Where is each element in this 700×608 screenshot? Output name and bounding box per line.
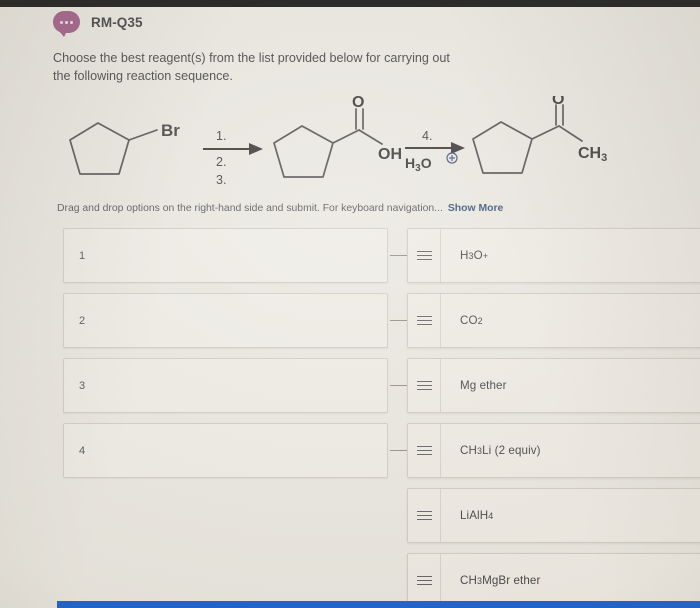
reagent-label: CO 2	[460, 314, 483, 327]
answer-row: 1 H 3 O +	[0, 228, 700, 293]
row-connector	[390, 450, 407, 451]
reagent-label: Mg ether	[460, 379, 507, 392]
row-connector	[390, 255, 407, 256]
show-more-link[interactable]: Show More	[448, 203, 503, 214]
reagent-card-5[interactable]: LiAlH 4	[407, 488, 700, 543]
reagent-card-4[interactable]: CH 3 Li (2 equiv)	[407, 423, 700, 478]
reagent-label: CH 3 MgBr ether	[460, 574, 541, 587]
intermediate-o-label: O	[352, 96, 364, 111]
intermediate-c-c-bond	[332, 129, 360, 144]
reagent-card-2[interactable]: CO 2	[407, 293, 700, 348]
dropzone-index: 4	[79, 444, 86, 457]
reagent-label: H 3 O +	[460, 249, 489, 262]
dropzone-4[interactable]: 4	[63, 423, 388, 478]
intermediate-coh-bond	[358, 129, 383, 145]
reaction-arrow-2	[405, 142, 465, 154]
dropzone-index: 2	[79, 314, 86, 327]
answer-row: 2 CO 2	[0, 293, 700, 358]
intermediate-oh-label: OH	[378, 146, 402, 163]
arrow1-step-2: 2.	[216, 155, 226, 169]
drag-instruction-text: Drag and drop options on the right-hand …	[57, 203, 443, 214]
reagent-card-1[interactable]: H 3 O +	[407, 228, 700, 283]
reaction-arrow-1	[203, 143, 263, 155]
product-cch3-bond	[558, 125, 583, 142]
arrow1-step-3: 3.	[216, 173, 226, 187]
drag-handle-icon[interactable]	[408, 294, 441, 347]
reagent-card-3[interactable]: Mg ether	[407, 358, 700, 413]
drag-handle-icon[interactable]	[408, 359, 441, 412]
reactant-br-bond	[128, 129, 158, 141]
page-title: RM-Q35	[91, 14, 143, 30]
answer-row: CH 3 MgBr ether	[0, 553, 700, 608]
reagent-card-6[interactable]: CH 3 MgBr ether	[407, 553, 700, 608]
product-c-c-bond	[531, 125, 560, 140]
dropzone-index: 3	[79, 379, 86, 392]
window-bottom-bar	[57, 601, 700, 608]
row-connector	[390, 385, 407, 386]
arrow1-step-1: 1.	[216, 129, 226, 143]
reactant-ring	[69, 122, 130, 175]
arrow2-reagent-label: H3O	[405, 155, 432, 174]
row-connector	[390, 320, 407, 321]
drag-handle-icon[interactable]	[408, 489, 441, 542]
dropzone-1[interactable]: 1	[63, 228, 388, 283]
answer-row: LiAlH 4	[0, 488, 700, 553]
reagent-label: CH 3 Li (2 equiv)	[460, 444, 541, 457]
drag-handle-icon[interactable]	[408, 229, 441, 282]
arrow2-step-4: 4.	[422, 129, 432, 143]
drag-instruction: Drag and drop options on the right-hand …	[57, 203, 503, 214]
reactant-br-label: Br	[161, 121, 180, 140]
question-prompt: Choose the best reagent(s) from the list…	[53, 51, 450, 83]
drag-handle-icon[interactable]	[408, 424, 441, 477]
answer-area: 1 H 3 O + 2 CO 2 3 Mg ether 4 CH 3 Li (2…	[0, 228, 700, 608]
product-ring	[472, 121, 533, 174]
drag-handle-icon[interactable]	[408, 554, 441, 607]
window-top-bar	[0, 0, 700, 7]
dropzone-3[interactable]: 3	[63, 358, 388, 413]
reagent-label: LiAlH 4	[460, 509, 494, 522]
chat-bubble-ellipsis-icon	[53, 11, 80, 37]
product-o-label: O	[552, 96, 564, 108]
answer-row: 3 Mg ether	[0, 358, 700, 423]
dropzone-index: 1	[79, 249, 86, 262]
answer-row: 4 CH 3 Li (2 equiv)	[0, 423, 700, 488]
reaction-scheme: Br 1. 2. 3. O OH 4. H3O O CH3	[53, 96, 693, 200]
product-ch3-label: CH3	[578, 145, 607, 164]
intermediate-ring	[273, 125, 334, 178]
dropzone-2[interactable]: 2	[63, 293, 388, 348]
arrow2-plus-charge-icon	[446, 152, 458, 164]
question-header: RM-Q35	[53, 11, 143, 37]
